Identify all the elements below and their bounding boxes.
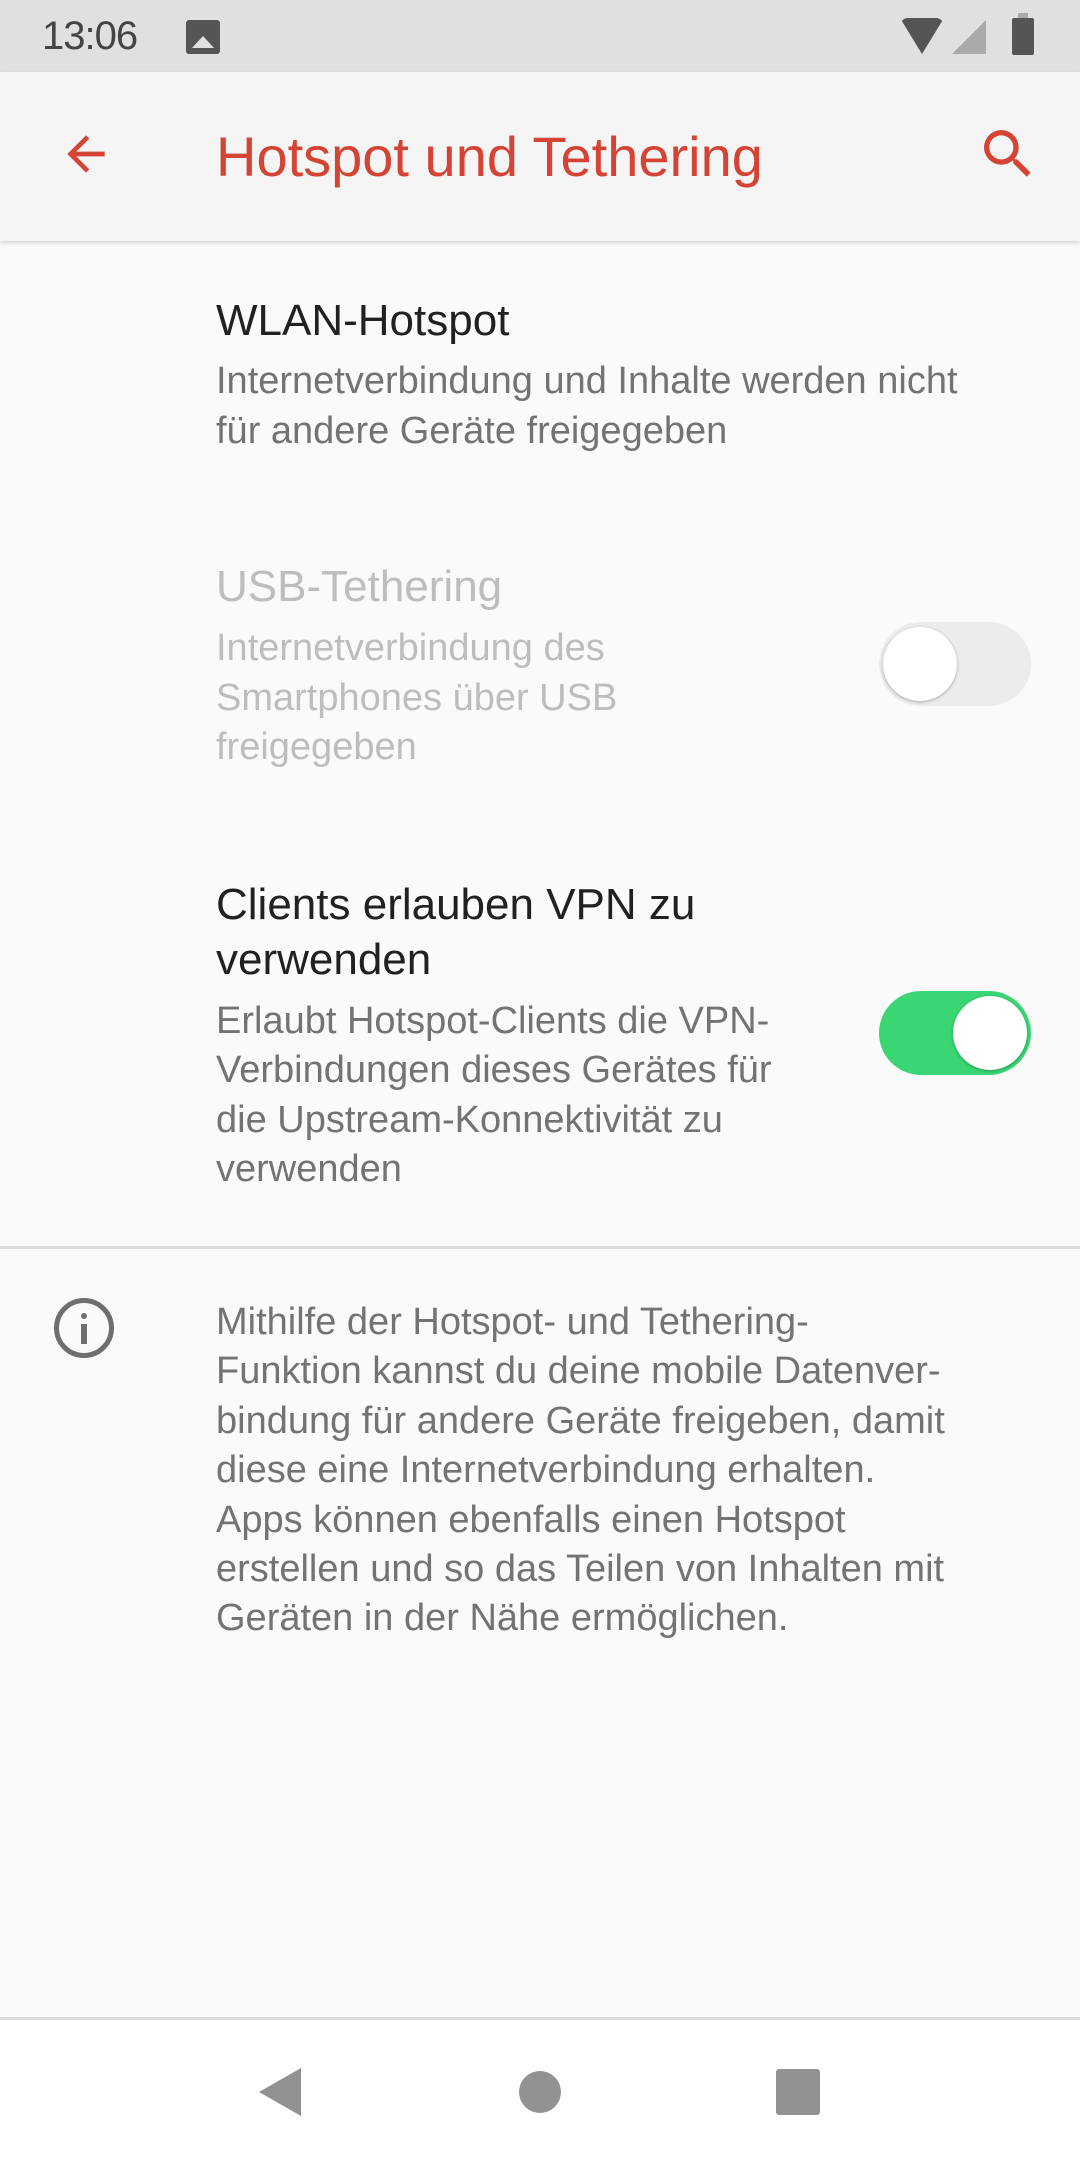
pref-summary-line: verwenden	[216, 1148, 402, 1190]
page-title: Hotspot und Tethering	[216, 125, 763, 188]
nav-back-button[interactable]	[230, 2050, 330, 2134]
info-line: erstellen und so das Teilen von Inhalten…	[216, 1548, 945, 1591]
status-time: 13:06	[42, 14, 138, 58]
pref-title-line: Clients erlauben VPN zu	[216, 880, 696, 929]
wifi-icon	[900, 18, 944, 54]
pref-usb-tethering: USB-Tethering Internetverbindung des Sma…	[0, 521, 1080, 821]
info-line: Funktion kannst du deine mobile Datenver…	[216, 1350, 941, 1393]
section-divider	[0, 1246, 1080, 1249]
info-line: Apps können ebenfalls einen Hotspot	[216, 1498, 846, 1541]
pref-summary-line: Smartphones über USB	[216, 677, 618, 719]
nav-home-button[interactable]	[490, 2050, 590, 2134]
pref-summary-line: Verbindungen dieses Gerätes für	[216, 1049, 772, 1091]
triangle-back-icon	[259, 2068, 301, 2116]
cell-signal-icon	[952, 20, 986, 54]
usb-tethering-toggle[interactable]	[879, 622, 1031, 706]
toggle-thumb	[883, 627, 957, 701]
search-icon	[984, 130, 1031, 177]
info-line: Geräten in der Nähe ermöglichen.	[216, 1597, 789, 1640]
pref-summary-line: Internetverbindung des	[216, 627, 605, 669]
toggle-thumb	[953, 996, 1027, 1070]
square-recents-icon	[776, 2069, 820, 2115]
info-footer-text: Mithilfe der Hotspot- und Tethering- Fun…	[216, 1298, 1046, 1644]
pref-title: WLAN-Hotspot	[216, 296, 510, 345]
back-button[interactable]	[44, 112, 128, 196]
pref-allow-client-vpn[interactable]: Clients erlauben VPN zu verwenden Erlaub…	[0, 855, 1080, 1235]
circle-home-icon	[519, 2071, 561, 2113]
pref-summary-line: Internetverbindung und Inhalte werden ni…	[216, 360, 958, 402]
battery-icon	[1012, 13, 1034, 55]
app-bar: Hotspot und Tethering	[0, 72, 1080, 241]
status-bar: 13:06	[0, 0, 1080, 72]
nav-recents-button[interactable]	[748, 2050, 848, 2134]
info-line: diese eine Internetverbindung erhalten.	[216, 1449, 876, 1492]
info-icon	[54, 1298, 114, 1358]
info-line: Mithilfe der Hotspot- und Tethering-	[216, 1301, 809, 1343]
pref-summary-line: für andere Geräte freigegeben	[216, 410, 728, 452]
pref-title: USB-Tethering	[216, 562, 503, 611]
search-button[interactable]	[966, 112, 1050, 196]
navigation-bar	[0, 2017, 1080, 2160]
allow-client-vpn-toggle[interactable]	[879, 991, 1031, 1075]
info-line: bindung für andere Geräte freigeben, dam…	[216, 1399, 945, 1442]
pref-wlan-hotspot[interactable]: WLAN-Hotspot Internetverbindung und Inha…	[0, 241, 1080, 521]
pref-summary-line: freigegeben	[216, 726, 417, 768]
pref-summary-line: Erlaubt Hotspot-Clients die VPN-	[216, 1000, 770, 1042]
pref-title-line: verwenden	[216, 935, 432, 984]
arrow-left-icon	[67, 135, 105, 173]
image-notification-icon	[186, 20, 220, 54]
pref-summary-line: die Upstream-Konnektivität zu	[216, 1099, 723, 1141]
